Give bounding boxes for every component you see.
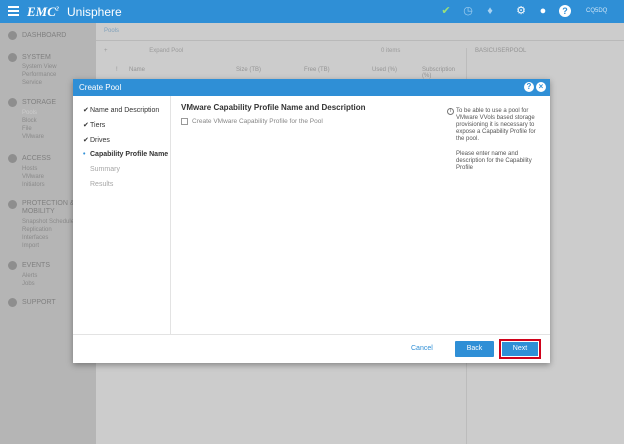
alerts-bell-icon[interactable]: ♦: [484, 5, 496, 17]
create-profile-checkbox[interactable]: [181, 118, 188, 125]
help-icon[interactable]: ?: [559, 5, 571, 17]
dialog-footer: Cancel Back Next: [73, 334, 550, 363]
dialog-title: Create Pool: [79, 83, 122, 92]
checkmark-icon: ✔: [83, 137, 89, 144]
help-text-1: To be able to use a pool for VMware VVol…: [456, 108, 536, 142]
help-panel: i To be able to use a pool for VMware VV…: [447, 108, 540, 180]
dialog-close-icon[interactable]: ×: [536, 82, 546, 92]
dialog-header: Create Pool ? ×: [73, 79, 550, 96]
menu-icon[interactable]: [8, 6, 19, 16]
step-tiers[interactable]: ✔Tiers: [83, 121, 105, 129]
step-content: VMware Capability Profile Name and Descr…: [181, 103, 451, 125]
info-icon: i: [447, 108, 454, 115]
step-summary: Summary: [90, 166, 120, 173]
dialog-help-icon[interactable]: ?: [524, 82, 534, 92]
create-profile-checkbox-row[interactable]: Create VMware Capability Profile for the…: [181, 118, 323, 125]
settings-gear-icon[interactable]: ⚙: [515, 5, 527, 17]
app-name: Unisphere: [67, 5, 122, 19]
step-results: Results: [90, 181, 114, 188]
jobs-clock-icon[interactable]: ◷: [462, 5, 474, 17]
step-drives[interactable]: ✔Drives: [83, 136, 110, 144]
cancel-button[interactable]: Cancel: [411, 345, 433, 352]
step-name-and-description[interactable]: ✔Name and Description: [83, 106, 159, 114]
help-text-2: Please enter name and description for th…: [456, 151, 532, 171]
checkmark-icon: ✔: [83, 107, 89, 114]
health-ok-icon[interactable]: ✔: [440, 5, 452, 17]
brand-logo: EMC2: [27, 4, 59, 19]
top-bar: EMC2 Unisphere ✔ ◷ ♦ ⚙ ● ? CQ5DQ: [0, 0, 624, 23]
user-icon[interactable]: ●: [537, 5, 549, 17]
next-button-highlight: Next: [499, 339, 541, 359]
checkmark-icon: ✔: [83, 122, 89, 129]
create-pool-dialog: Create Pool ? × ✔Name and Description ✔T…: [73, 79, 550, 363]
back-button[interactable]: Back: [455, 341, 494, 357]
next-button[interactable]: Next: [502, 342, 538, 356]
system-name: CQ5DQ: [586, 8, 608, 14]
step-capability-profile-name[interactable]: • Capability Profile Name: [83, 151, 168, 158]
current-step-dot-icon: •: [83, 151, 86, 158]
create-profile-checkbox-label[interactable]: Create VMware Capability Profile for the…: [192, 118, 323, 125]
wizard-steps: ✔Name and Description ✔Tiers ✔Drives • Ca…: [73, 96, 171, 334]
content-title: VMware Capability Profile Name and Descr…: [181, 103, 366, 112]
